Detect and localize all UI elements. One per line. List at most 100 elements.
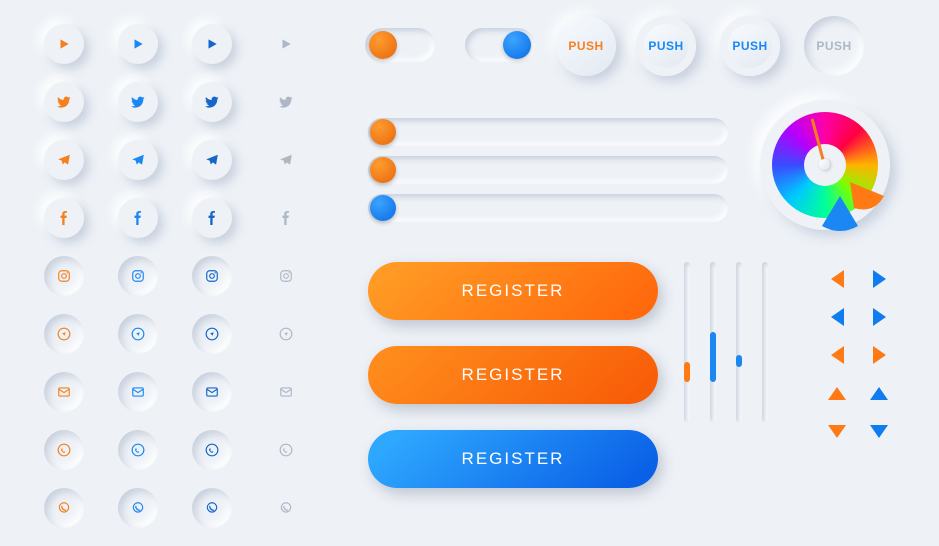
instagram-button-darkblue[interactable] [192,256,232,296]
facebook-button-orange[interactable] [44,198,84,238]
mail-button-grey[interactable] [266,372,306,412]
telegram-button-blue[interactable] [118,140,158,180]
toggle-switch-blue[interactable] [465,28,535,62]
twitter-icon [131,95,145,109]
slider-2[interactable] [368,156,728,184]
register-button-2[interactable]: REGISTER [368,346,658,404]
whatsapp-icon [131,443,145,457]
viber-button-darkblue[interactable] [192,488,232,528]
whatsapp-button-blue[interactable] [118,430,158,470]
icon-button-grid [34,18,316,534]
instagram-icon [57,269,71,283]
play-icon [205,37,219,51]
compass-icon [57,327,71,341]
play-button-grey[interactable] [266,24,306,64]
push-button-blue-1[interactable]: PUSH [636,16,696,76]
facebook-icon [205,211,219,225]
play-button-darkblue[interactable] [192,24,232,64]
telegram-icon [57,153,71,167]
toggle-switch-orange[interactable] [365,28,435,62]
twitter-icon [279,95,293,109]
twitter-button-darkblue[interactable] [192,82,232,122]
play-icon [131,37,145,51]
telegram-icon [131,153,145,167]
facebook-icon [279,211,293,225]
arrow-d-orange-4[interactable] [828,425,846,438]
twitter-button-orange[interactable] [44,82,84,122]
slider-1[interactable] [368,118,728,146]
mail-icon [57,385,71,399]
arrow-r-blue-0[interactable] [873,270,886,288]
whatsapp-button-darkblue[interactable] [192,430,232,470]
push-button-orange[interactable]: PUSH [556,16,616,76]
whatsapp-icon [205,443,219,457]
play-button-blue[interactable] [118,24,158,64]
play-icon [57,37,71,51]
instagram-icon [279,269,293,283]
eq-bar-1[interactable] [684,262,690,422]
facebook-button-grey[interactable] [266,198,306,238]
compass-icon [131,327,145,341]
arrow-d-blue-4[interactable] [870,425,888,438]
whatsapp-button-grey[interactable] [266,430,306,470]
push-button-grey[interactable]: PUSH [804,16,864,76]
arrow-l-orange-0[interactable] [831,270,844,288]
eq-bar-3[interactable] [736,262,742,422]
register-button-3[interactable]: REGISTER [368,430,658,488]
compass-button-grey[interactable] [266,314,306,354]
color-wheel[interactable] [760,100,890,230]
register-button-1[interactable]: REGISTER [368,262,658,320]
instagram-button-blue[interactable] [118,256,158,296]
arrow-pad [824,266,892,444]
twitter-button-blue[interactable] [118,82,158,122]
arrow-u-orange-3[interactable] [828,387,846,400]
telegram-button-grey[interactable] [266,140,306,180]
compass-button-orange[interactable] [44,314,84,354]
viber-button-grey[interactable] [266,488,306,528]
twitter-button-grey[interactable] [266,82,306,122]
telegram-icon [279,153,293,167]
compass-icon [205,327,219,341]
arrow-r-orange-2[interactable] [873,346,886,364]
viber-icon [57,501,71,515]
color-wheel-pointer-orange[interactable] [846,178,886,214]
viber-icon [279,501,293,515]
arrow-l-orange-2[interactable] [831,346,844,364]
mail-icon [279,385,293,399]
whatsapp-button-orange[interactable] [44,430,84,470]
arrow-r-blue-1[interactable] [873,308,886,326]
play-icon [279,37,293,51]
facebook-icon [131,211,145,225]
facebook-button-darkblue[interactable] [192,198,232,238]
viber-button-blue[interactable] [118,488,158,528]
viber-icon [131,501,145,515]
instagram-button-grey[interactable] [266,256,306,296]
twitter-icon [57,95,71,109]
arrow-u-blue-3[interactable] [870,387,888,400]
eq-bar-2[interactable] [710,262,716,422]
facebook-button-blue[interactable] [118,198,158,238]
facebook-icon [57,211,71,225]
twitter-icon [205,95,219,109]
telegram-button-darkblue[interactable] [192,140,232,180]
eq-bar-4[interactable] [762,262,768,422]
compass-icon [279,327,293,341]
viber-button-orange[interactable] [44,488,84,528]
play-button-orange[interactable] [44,24,84,64]
mail-icon [131,385,145,399]
instagram-icon [205,269,219,283]
compass-button-darkblue[interactable] [192,314,232,354]
mail-button-blue[interactable] [118,372,158,412]
whatsapp-icon [57,443,71,457]
arrow-l-blue-1[interactable] [831,308,844,326]
mail-button-orange[interactable] [44,372,84,412]
mail-button-darkblue[interactable] [192,372,232,412]
compass-button-blue[interactable] [118,314,158,354]
slider-3[interactable] [368,194,728,222]
mail-icon [205,385,219,399]
telegram-button-orange[interactable] [44,140,84,180]
telegram-icon [205,153,219,167]
instagram-button-orange[interactable] [44,256,84,296]
viber-icon [205,501,219,515]
push-button-blue-2[interactable]: PUSH [720,16,780,76]
